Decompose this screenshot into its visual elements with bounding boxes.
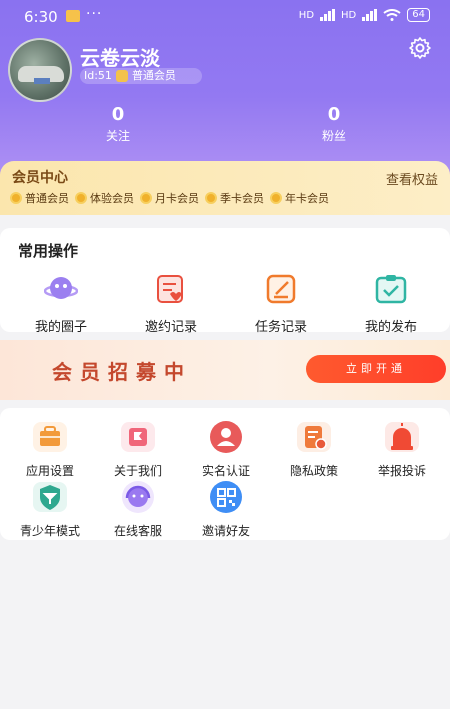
signal-icon bbox=[320, 9, 336, 21]
youth-shield-icon bbox=[33, 482, 67, 512]
headset-icon bbox=[122, 481, 154, 513]
invite-record-icon bbox=[157, 275, 183, 303]
user-id: Id:51 bbox=[84, 69, 112, 82]
medal-icon bbox=[10, 192, 22, 204]
document-shield-icon bbox=[297, 422, 331, 452]
ops-task-record[interactable]: 任务记录 bbox=[226, 272, 336, 335]
ops-invite-record[interactable]: 邀约记录 bbox=[116, 272, 226, 335]
tier-label: 季卡会员 bbox=[220, 192, 264, 205]
id-verify-icon bbox=[210, 421, 242, 453]
network-label-1: HD bbox=[298, 9, 315, 21]
tool-label: 应用设置 bbox=[25, 464, 74, 478]
tool-youth-mode[interactable]: 青少年模式 bbox=[6, 480, 94, 539]
tier-label: 年卡会员 bbox=[285, 192, 329, 205]
medal-icon bbox=[140, 192, 152, 204]
activate-now-button[interactable]: 立即开通 bbox=[306, 355, 446, 383]
member-center-bar: 会员中心 查看权益 普通会员 体验会员 月卡会员 季卡会员 年卡会员 bbox=[0, 161, 450, 215]
tool-label: 在线客服 bbox=[113, 524, 162, 538]
user-id-badge: Id:51 普通会员 bbox=[80, 68, 202, 84]
ops-label: 邀约记录 bbox=[144, 320, 197, 335]
followers-count: 0 bbox=[327, 104, 341, 125]
banner-text: 会员招募中 bbox=[52, 360, 192, 384]
status-time: 6:30 bbox=[24, 8, 58, 26]
view-benefits-link[interactable]: 查看权益 bbox=[386, 169, 438, 188]
siren-icon bbox=[385, 422, 419, 452]
clipboard-check-icon bbox=[375, 275, 407, 304]
member-tiers: 普通会员 体验会员 月卡会员 季卡会员 年卡会员 bbox=[10, 190, 329, 206]
common-operations-title: 常用操作 bbox=[18, 242, 79, 260]
tool-label: 关于我们 bbox=[113, 464, 162, 478]
tool-label: 隐私政策 bbox=[289, 464, 338, 478]
medal-icon bbox=[270, 192, 282, 204]
member-level: 普通会员 bbox=[131, 69, 176, 82]
tool-invite-friends[interactable]: 邀请好友 bbox=[182, 480, 270, 539]
stat-following[interactable]: 0 关注 bbox=[78, 104, 158, 144]
ops-label: 我的圈子 bbox=[34, 320, 87, 335]
member-crown-icon bbox=[115, 70, 128, 82]
wifi-icon bbox=[383, 9, 401, 21]
medal-icon bbox=[75, 192, 87, 204]
tool-label: 举报投诉 bbox=[377, 464, 426, 478]
battery-icon: 64 bbox=[407, 8, 430, 22]
ops-my-circle[interactable]: 我的圈子 bbox=[6, 272, 116, 335]
briefcase-icon bbox=[33, 422, 67, 452]
tier-label: 普通会员 bbox=[25, 192, 69, 205]
common-operations-card: 常用操作 我的圈子 邀约记录 任务记录 我的发布 bbox=[0, 228, 450, 335]
member-center-title: 会员中心 bbox=[12, 170, 68, 186]
gear-icon[interactable] bbox=[408, 36, 432, 60]
ops-label: 我的发布 bbox=[364, 320, 417, 335]
status-right: HD HD 64 bbox=[299, 8, 430, 22]
notification-icon bbox=[66, 10, 80, 22]
more-notifications-icon: ··· bbox=[86, 6, 103, 22]
tool-privacy-policy[interactable]: 隐私政策 bbox=[270, 420, 358, 479]
username: 云卷云淡 bbox=[80, 46, 160, 70]
ops-label: 任务记录 bbox=[254, 320, 307, 335]
tier-label: 月卡会员 bbox=[155, 192, 199, 205]
following-count: 0 bbox=[111, 104, 125, 125]
tool-label: 邀请好友 bbox=[201, 524, 250, 538]
task-record-icon bbox=[266, 274, 296, 304]
stat-followers[interactable]: 0 粉丝 bbox=[294, 104, 374, 144]
medal-icon bbox=[205, 192, 217, 204]
tool-app-settings[interactable]: 应用设置 bbox=[6, 420, 94, 479]
planet-icon bbox=[43, 277, 79, 299]
tool-label: 实名认证 bbox=[201, 464, 250, 478]
tool-online-service[interactable]: 在线客服 bbox=[94, 480, 182, 539]
signal-icon-2 bbox=[362, 9, 378, 21]
tool-report[interactable]: 举报投诉 bbox=[358, 420, 446, 479]
flag-icon bbox=[121, 422, 155, 452]
tools-card: 应用设置 关于我们 实名认证 隐私政策 举报投诉 青少年模式 在线客服 邀请好友 bbox=[0, 408, 450, 540]
followers-label: 粉丝 bbox=[321, 129, 346, 143]
profile-header: 6:30 ··· HD HD 64 云卷云淡 Id:51 普通会员 0 关注 0… bbox=[0, 0, 450, 215]
status-bar: 6:30 ··· HD HD 64 bbox=[0, 0, 450, 32]
tier-normal[interactable]: 普通会员 bbox=[10, 190, 69, 206]
tier-quarterly[interactable]: 季卡会员 bbox=[205, 190, 264, 206]
avatar-plate bbox=[34, 78, 50, 84]
tier-trial[interactable]: 体验会员 bbox=[75, 190, 134, 206]
tool-about-us[interactable]: 关于我们 bbox=[94, 420, 182, 479]
tool-label: 青少年模式 bbox=[19, 524, 80, 538]
tier-label: 体验会员 bbox=[90, 192, 134, 205]
qrcode-icon bbox=[210, 481, 242, 513]
tier-monthly[interactable]: 月卡会员 bbox=[140, 190, 199, 206]
network-label-2: HD bbox=[341, 9, 357, 21]
avatar[interactable] bbox=[8, 38, 72, 102]
membership-banner[interactable]: 会员招募中 立即开通 bbox=[0, 340, 450, 400]
ops-my-posts[interactable]: 我的发布 bbox=[336, 272, 446, 335]
tier-yearly[interactable]: 年卡会员 bbox=[270, 190, 329, 206]
tool-real-name[interactable]: 实名认证 bbox=[182, 420, 270, 479]
following-label: 关注 bbox=[105, 129, 130, 143]
